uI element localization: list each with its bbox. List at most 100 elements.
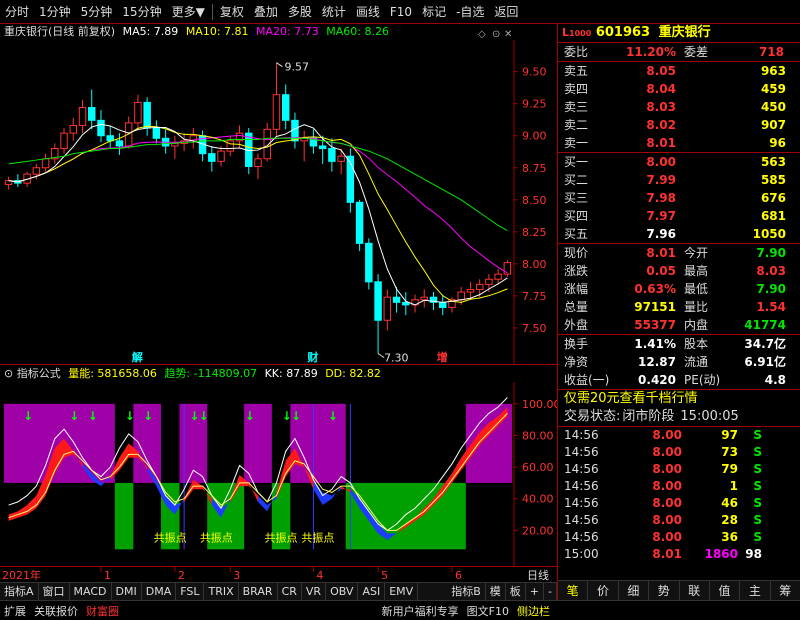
indicator-tab-6[interactable]: TRIX [204,583,239,600]
quote-tab-0[interactable]: 笔 [558,581,589,600]
tick-price: 8.00 [652,479,682,493]
toolbar-item-5[interactable]: 复权 [215,0,249,24]
indicator-tab-17[interactable]: - [544,583,557,600]
tick-volume: 46 [721,496,738,510]
indicator-name[interactable]: 指标公式 [17,367,61,380]
toolbar-item-12[interactable]: -自选 [451,0,489,24]
toolbar-item-8[interactable]: 统计 [317,0,351,24]
indicator-tab-16[interactable]: + [526,583,545,600]
trend-ribbon [184,479,194,502]
toolbar-item-11[interactable]: 标记 [417,0,451,24]
ask-level-2[interactable]: 卖二 8.02 907 [558,116,800,134]
indicator-tab-10[interactable]: OBV [326,583,359,600]
toolbar-item-3[interactable]: 15分钟 [117,0,166,24]
resonance-point-label: 共振点 [200,530,233,544]
ind-tick-label: 100.00 [522,398,557,411]
indicator-tab-9[interactable]: VR [302,583,327,600]
toolbar-item-13[interactable]: 返回 [489,0,523,24]
indicator-tab-1[interactable]: 窗口 [39,583,70,600]
ma-legend: 重庆银行(日线 前复权) MA5: 7.89 MA10: 7.81 MA20: … [4,24,389,40]
indicator-tab-3[interactable]: DMI [112,583,142,600]
quote-tab-4[interactable]: 联 [680,581,710,600]
fund-row-2: 收益(一) 0.420 PE(动) 4.8 [558,371,800,389]
ask-level-4[interactable]: 卖四 8.04 459 [558,80,800,98]
ask-level-3[interactable]: 卖三 8.03 450 [558,98,800,116]
stat-value-2: 7.90 [756,246,786,260]
candle-body [41,158,50,169]
indicator-tab-14[interactable]: 模 [486,583,506,600]
tick-side: S [753,479,762,493]
toolbar-item-6[interactable]: 叠加 [249,0,283,24]
promo-text[interactable]: 仅需20元查看千档行情 [564,390,698,408]
month-label: 4 [316,569,323,582]
indicator-menu-icon[interactable]: ⊙ [4,367,13,380]
trade-tick: 14:56 8.00 97 S [558,427,800,444]
bid-level-5[interactable]: 买五 7.96 1050 [558,225,800,243]
candle-body [457,291,465,301]
indicator-tab-11[interactable]: ASI [358,583,386,600]
bottom-sidebar[interactable]: 侧边栏 [513,603,554,619]
promo-row[interactable]: 仅需20元查看千档行情 [558,390,800,408]
quote-tab-6[interactable]: 主 [740,581,771,600]
down-arrow-icon: ↓ [291,409,301,423]
indicator-tab-7[interactable]: BRAR [239,583,278,600]
settings-icon: ⊙ [492,29,500,40]
price-tick-label: 8.75 [522,162,547,175]
candle-body [355,201,364,244]
annotation-increase: 增 [437,350,448,364]
toolbar-item-7[interactable]: 多股 [283,0,317,24]
ask-level-5[interactable]: 卖五 8.05 963 [558,62,800,80]
quote-stats: 现价 8.01 今开 7.90 涨跌 0.05 最高 8.03 涨幅 0.63% 最低 7.90 总量 9… [558,244,800,334]
quote-tab-1[interactable]: 价 [588,581,619,600]
bottom-wealth-circle[interactable]: 财富圈 [82,603,123,619]
bottom-f10[interactable]: 图文F10 [463,603,513,619]
price-chart-svg[interactable]: 9.50 9.25 9.00 8.75 8.50 8.25 8.00 7.75 7.50 9.57… [0,24,557,365]
bottom-related-quote[interactable]: 关联报价 [30,603,82,619]
bid-level-2[interactable]: 买二 7.99 585 [558,171,800,189]
candle-body [254,158,262,167]
indicator-tab-4[interactable]: DMA [142,583,177,600]
toolbar-item-0[interactable]: 分时 [0,0,34,24]
tick-volume: 79 [721,462,738,476]
quote-tab-5[interactable]: 值 [710,581,741,600]
green-zone [345,482,466,550]
indicator-tab-5[interactable]: FSL [176,583,205,600]
toolbar-item-9[interactable]: 画线 [351,0,385,24]
indicator-chart-svg[interactable]: 100.0080.0060.0040.0020.00↓ ↓ ↓ ↓ ↓ ↓ ↓ ↓ ↓ ↓ ↓共振点… [0,382,561,566]
toolbar-more-dropdown[interactable]: 更多▼ [167,0,210,24]
quote-tab-3[interactable]: 势 [649,581,680,600]
candle-body [466,289,475,293]
bid-level-4[interactable]: 买四 7.97 681 [558,207,800,225]
fund-value: 1.41% [634,337,676,351]
ask-level-2-volume: 907 [760,118,786,132]
tick-volume: 97 [721,428,738,442]
bottom-new-user-benefit[interactable]: 新用户福利专享 [378,603,463,619]
indicator-tab-13[interactable]: 指标B [447,583,486,600]
month-label: 2 [178,569,185,582]
quote-tab-7[interactable]: 筹 [771,581,800,600]
ask-level-3-label: 卖三 [564,100,589,114]
indicator-tab-2[interactable]: MACD [70,583,112,600]
fund-label: 换手 [564,337,589,351]
trend-ribbon [258,495,268,512]
bid-level-1[interactable]: 买一 8.00 563 [558,153,800,171]
toolbar-item-2[interactable]: 5分钟 [76,0,118,24]
quote-tab-2[interactable]: 细 [619,581,650,600]
indicator-chart[interactable]: 100.00 80.00 60.00 40.00 20.00 ↓ ↓ ↓ ↓ ↓ ↓ ↓ ↓ ↓ ↓ ↓ 共振点… [0,382,561,566]
toolbar-item-10[interactable]: F10 [385,0,417,24]
bid-level-3[interactable]: 买三 7.98 676 [558,189,800,207]
indicator-tab-15[interactable]: 板 [506,583,526,600]
indicator-tab-8[interactable]: CR [278,583,302,600]
ask-level-4-price: 8.04 [646,82,676,96]
status-row: 交易状态: 闭市阶段 15:00:05 [558,408,800,426]
bottom-expand[interactable]: 扩展 [0,603,30,619]
toolbar-item-1[interactable]: 1分钟 [34,0,76,24]
indicator-tab-0[interactable]: 指标A [0,583,39,600]
candlestick-chart[interactable]: 9.50 9.25 9.00 8.75 8.50 8.25 8.00 7.75 7.50 9.57… [0,24,557,365]
fund-label-2: PE(动) [684,373,721,387]
ask-book: 卖五 8.05 963 卖四 8.04 459 卖三 8.03 450 卖二 8.02 907 卖一 8.… [558,62,800,152]
bid-level-1-volume: 563 [760,155,786,169]
ask-level-1[interactable]: 卖一 8.01 96 [558,134,800,152]
tick-volume: 28 [721,513,738,527]
indicator-tab-12[interactable]: EMV [385,583,419,600]
